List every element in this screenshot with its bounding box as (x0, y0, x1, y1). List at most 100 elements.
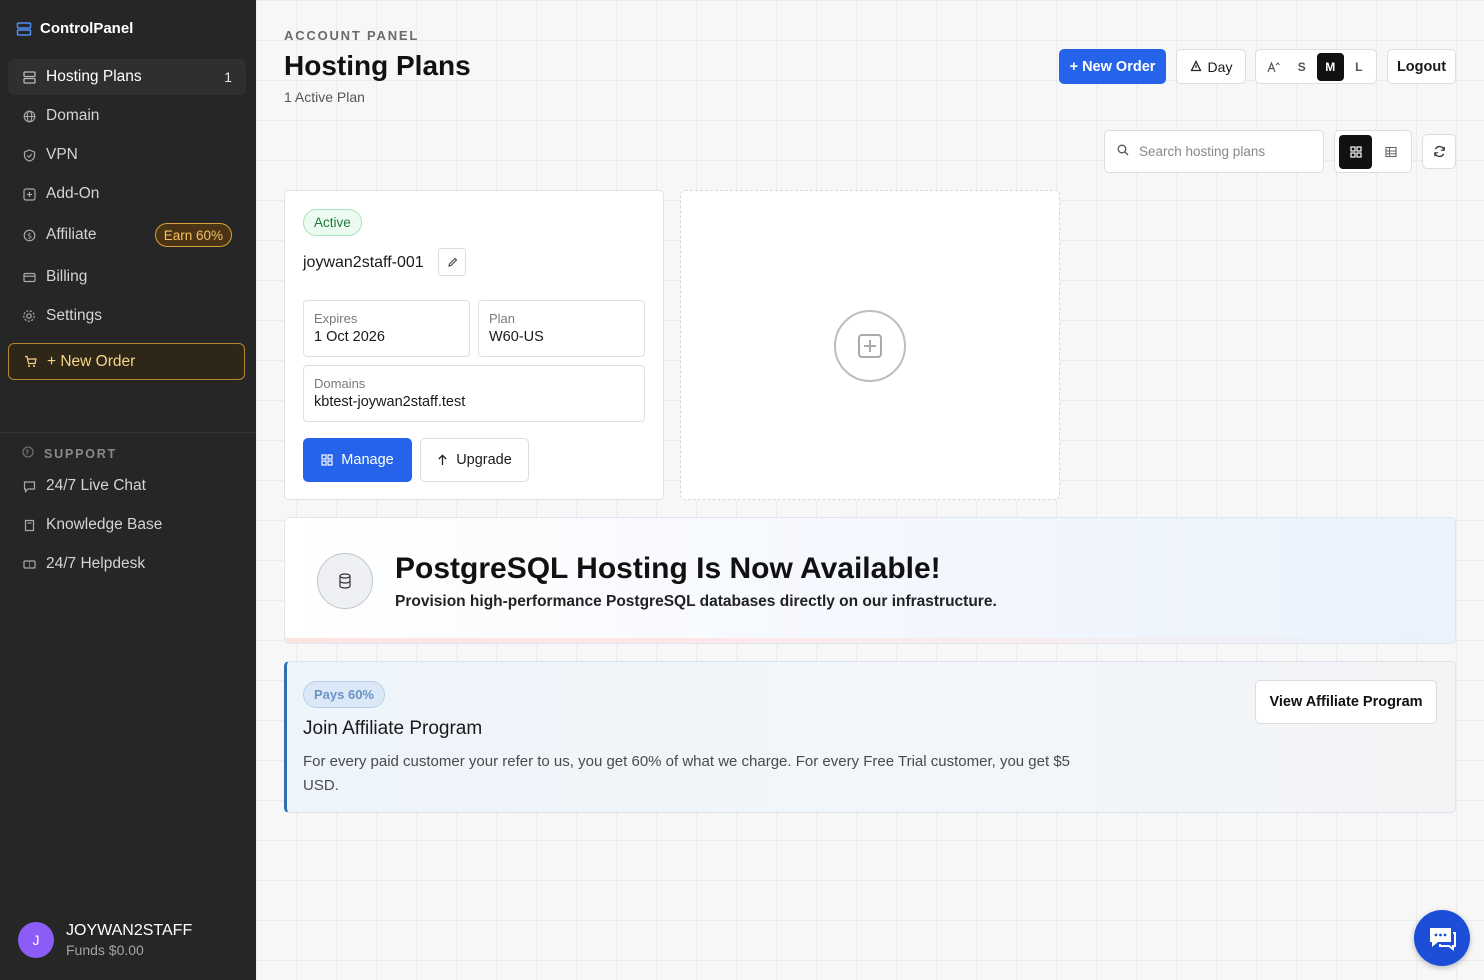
domains-field: Domains kbtest-joywan2staff.test (303, 365, 645, 422)
theme-label: Day (1207, 58, 1233, 75)
pencil-icon (447, 257, 457, 267)
banner-accent-bar (285, 638, 1455, 643)
plan-label: Plan (489, 311, 516, 326)
new-order-button[interactable]: + New Order (1059, 49, 1166, 84)
svg-text:?: ? (25, 449, 31, 457)
brand-name: ControlPanel (40, 20, 134, 37)
user-name: JOYWAN2STAFF (66, 922, 193, 939)
add-plan-button[interactable] (834, 310, 906, 382)
dollar-icon: $ (22, 228, 36, 242)
grid-view-button[interactable] (1339, 134, 1372, 169)
affiliate-pays-badge: Pays 60% (303, 681, 385, 708)
grid-icon (321, 454, 333, 466)
sidebar-item-affiliate[interactable]: $ Affiliate Earn 60% (8, 217, 246, 253)
sidebar-item-label: 24/7 Helpdesk (46, 555, 146, 572)
sidebar-item-label: 24/7 Live Chat (46, 477, 146, 494)
logout-button[interactable]: Logout (1387, 49, 1456, 84)
plan-name: joywan2staff-001 (303, 254, 424, 271)
cart-icon (23, 355, 37, 369)
sidebar-item-label: VPN (46, 146, 78, 163)
server-icon (22, 70, 36, 84)
refresh-button[interactable] (1422, 134, 1456, 169)
sidebar-item-billing[interactable]: Billing (8, 259, 246, 295)
banner-title: PostgreSQL Hosting Is Now Available! (395, 552, 941, 585)
upgrade-button[interactable]: Upgrade (420, 438, 529, 482)
page-subtitle: 1 Active Plan (284, 89, 365, 105)
table-view-button[interactable] (1374, 135, 1407, 169)
arrow-up-icon (438, 454, 447, 465)
upgrade-label: Upgrade (456, 452, 512, 468)
text-size-selector: S M L (1255, 49, 1377, 84)
sidebar-new-order-button[interactable]: + New Order (8, 343, 245, 380)
add-plan-card[interactable] (680, 190, 1060, 500)
search-input[interactable] (1139, 144, 1299, 159)
banner-subtitle: Provision high-performance PostgreSQL da… (395, 593, 997, 610)
sidebar-item-knowledge-base[interactable]: Knowledge Base (8, 507, 246, 543)
grid-icon (1349, 145, 1362, 158)
server-stack-icon (16, 21, 32, 36)
view-affiliate-button[interactable]: View Affiliate Program (1255, 680, 1437, 724)
domains-value: kbtest-joywan2staff.test (314, 394, 466, 410)
plus-square-icon (22, 187, 36, 201)
hosting-plan-card: Active joywan2staff-001 Expires 1 Oct 20… (284, 190, 664, 500)
edit-name-button[interactable] (438, 248, 466, 276)
domains-label: Domains (314, 376, 366, 391)
main-content: ACCOUNT PANEL Hosting Plans 1 Active Pla… (256, 0, 1484, 980)
sidebar-new-order-label: + New Order (47, 352, 136, 370)
affiliate-card: Pays 60% Join Affiliate Program For ever… (284, 661, 1456, 813)
sidebar-item-label: Add-On (46, 185, 100, 202)
user-funds: Funds $0.00 (66, 942, 144, 958)
plus-square-icon (858, 334, 882, 358)
table-icon (1384, 146, 1397, 157)
page-title: Hosting Plans (284, 50, 471, 81)
sidebar-item-add-on[interactable]: Add-On (8, 176, 246, 212)
brand[interactable]: ControlPanel (16, 20, 133, 37)
text-size-icon (1260, 53, 1287, 81)
sidebar-item-vpn[interactable]: VPN (8, 137, 246, 173)
avatar: J (18, 922, 54, 958)
live-chat-button[interactable] (1414, 910, 1470, 966)
hosting-count: 1 (224, 69, 232, 85)
size-option-m[interactable]: M (1317, 52, 1344, 81)
chat-bubble-icon (1430, 928, 1456, 951)
view-toggle (1334, 130, 1412, 173)
theme-toggle-button[interactable]: Day (1176, 49, 1246, 84)
sidebar-item-label: Affiliate (46, 226, 97, 243)
svg-text:$: $ (26, 231, 31, 240)
manage-button[interactable]: Manage (303, 438, 412, 482)
support-heading: ? SUPPORT (22, 446, 117, 461)
affiliate-title: Join Affiliate Program (303, 718, 483, 739)
database-icon (317, 553, 373, 609)
search-icon (1117, 143, 1129, 161)
sidebar-item-label: Billing (46, 268, 88, 285)
earn-badge: Earn 60% (154, 223, 232, 247)
shield-icon (22, 148, 36, 162)
chat-icon (22, 479, 36, 493)
sidebar-item-hosting-plans[interactable]: Hosting Plans 1 (8, 59, 246, 95)
sun-icon (1189, 59, 1202, 75)
refresh-icon (1433, 145, 1445, 158)
status-badge: Active (303, 209, 362, 236)
sidebar-item-settings[interactable]: Settings (8, 298, 246, 334)
expires-field: Expires 1 Oct 2026 (303, 300, 470, 357)
size-option-s[interactable]: S (1289, 53, 1316, 81)
sidebar-item-helpdesk[interactable]: 24/7 Helpdesk (8, 546, 246, 582)
expires-value: 1 Oct 2026 (314, 329, 385, 345)
affiliate-description: For every paid customer your refer to us… (303, 753, 1071, 794)
sidebar-item-label: Domain (46, 107, 100, 124)
plan-field: Plan W60-US (478, 300, 645, 357)
size-option-l[interactable]: L (1346, 53, 1373, 81)
book-icon (22, 518, 36, 532)
user-profile[interactable]: J JOYWAN2STAFF Funds $0.00 (18, 922, 192, 958)
eyebrow: ACCOUNT PANEL (284, 28, 420, 43)
manage-label: Manage (341, 452, 394, 468)
globe-icon (22, 109, 36, 123)
sidebar-item-live-chat[interactable]: 24/7 Live Chat (8, 468, 246, 504)
support-heading-label: SUPPORT (44, 446, 118, 461)
gear-icon (22, 309, 36, 323)
credit-card-icon (22, 270, 36, 284)
sidebar-item-label: Knowledge Base (46, 516, 163, 533)
sidebar-item-domain[interactable]: Domain (8, 98, 246, 134)
sidebar-divider (0, 432, 256, 433)
expires-label: Expires (314, 311, 358, 326)
